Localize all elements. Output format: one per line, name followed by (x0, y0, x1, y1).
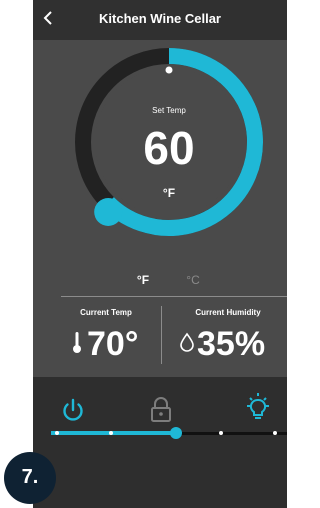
light-bulb-icon[interactable] (243, 392, 273, 429)
brightness-slider-thumb[interactable] (170, 427, 183, 439)
current-temp-value: 70° (87, 325, 139, 363)
stats-divider-vertical (161, 306, 162, 364)
phone-screen: Kitchen Wine Cellar Set Temp 60 °F °F °C… (33, 0, 287, 508)
power-icon[interactable] (59, 396, 87, 429)
dial-handle[interactable] (94, 198, 123, 226)
set-temp-value: 60 (143, 122, 195, 174)
slider-stop (55, 431, 59, 435)
dial-start-marker (165, 66, 173, 74)
set-temp-label: Set Temp (152, 106, 186, 115)
slider-stop (273, 431, 277, 435)
lock-icon[interactable] (149, 396, 173, 429)
stats-divider (61, 296, 287, 297)
unit-celsius-toggle[interactable]: °C (179, 273, 207, 287)
step-number: 7. (21, 466, 39, 488)
current-temp-label: Current Temp (80, 308, 132, 317)
brightness-slider-fill (51, 431, 177, 435)
step-badge: 7. (4, 452, 56, 504)
set-temp-unit: °F (162, 186, 176, 200)
current-humidity-label: Current Humidity (195, 308, 261, 317)
current-humidity-value: 35% (197, 325, 266, 363)
slider-stop (109, 431, 113, 435)
water-drop-icon (179, 332, 195, 357)
unit-fahrenheit-toggle[interactable]: °F (129, 273, 157, 287)
thermometer-icon (71, 330, 83, 359)
slider-stop (219, 431, 223, 435)
